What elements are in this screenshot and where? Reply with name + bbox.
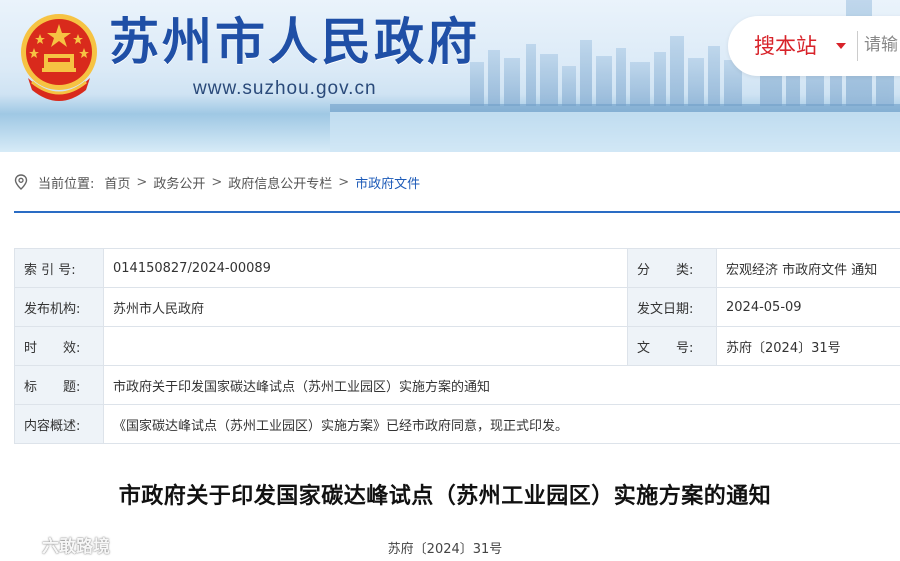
index-number-label: 索 引 号: [14, 248, 104, 288]
doc-number-label: 文 号: [627, 326, 717, 366]
search-input[interactable] [864, 30, 900, 60]
breadcrumb-gov-affairs[interactable]: 政务公开 [153, 173, 205, 192]
breadcrumb-label: 当前位置: [38, 176, 95, 192]
header-banner: 苏州市人民政府 www.suzhou.gov.cn 搜本站 [0, 0, 900, 152]
search-scope-dropdown[interactable]: 搜本站 [754, 30, 817, 60]
validity-label: 时 效: [14, 326, 104, 366]
site-url[interactable]: www.suzhou.gov.cn [193, 78, 377, 100]
category-label: 分 类: [627, 248, 717, 288]
watermark-logo-icon [10, 536, 36, 553]
title-value: 市政府关于印发国家碳达峰试点（苏州工业园区）实施方案的通知 [103, 365, 900, 405]
publisher-label: 发布机构: [14, 287, 104, 327]
issue-date-value: 2024-05-09 [716, 287, 900, 327]
breadcrumb-city-documents[interactable]: 市政府文件 [355, 173, 420, 192]
doc-number-value: 苏府〔2024〕31号 [716, 326, 900, 366]
search-divider [857, 31, 858, 61]
watermark-text: 六敢路境 [42, 537, 110, 557]
site-title[interactable]: 苏州市人民政府 [109, 12, 480, 72]
breadcrumb-separator: > [211, 174, 223, 190]
location-pin-icon [14, 174, 28, 190]
category-value: 宏观经济 市政府文件 通知 [716, 248, 900, 288]
table-row: 索 引 号: 014150827/2024-00089 分 类: 宏观经济 市政… [14, 248, 900, 288]
summary-value: 《国家碳达峰试点（苏州工业园区）实施方案》已经市政府同意，现正式印发。 [103, 404, 900, 444]
table-row: 标 题: 市政府关于印发国家碳达峰试点（苏州工业园区）实施方案的通知 [14, 365, 900, 405]
section-divider [14, 211, 900, 213]
table-row: 发布机构: 苏州市人民政府 发文日期: 2024-05-09 [14, 287, 900, 327]
issue-date-label: 发文日期: [627, 287, 717, 327]
watermark: 六敢路境 [8, 532, 110, 557]
document-info-table: 索 引 号: 014150827/2024-00089 分 类: 宏观经济 市政… [14, 248, 900, 444]
table-row: 内容概述: 《国家碳达峰试点（苏州工业园区）实施方案》已经市政府同意，现正式印发… [14, 404, 900, 444]
summary-label: 内容概述: [14, 404, 104, 444]
table-row: 时 效: 文 号: 苏府〔2024〕31号 [14, 326, 900, 366]
breadcrumb: 当前位置: 首页 > 政务公开 > 政府信息公开专栏 > 市政府文件 [14, 170, 420, 194]
breadcrumb-home[interactable]: 首页 [104, 173, 130, 192]
title-label: 标 题: [14, 365, 104, 405]
breadcrumb-info-column[interactable]: 政府信息公开专栏 [228, 173, 332, 192]
index-number-value: 014150827/2024-00089 [103, 248, 628, 288]
validity-value [103, 326, 628, 366]
breadcrumb-separator: > [338, 174, 350, 190]
breadcrumb-separator: > [136, 174, 148, 190]
chevron-down-icon[interactable] [836, 43, 846, 49]
article-doc-number: 苏府〔2024〕31号 [387, 542, 503, 557]
article-title: 市政府关于印发国家碳达峰试点（苏州工业园区）实施方案的通知 [118, 484, 772, 509]
national-emblem-icon [21, 14, 97, 101]
publisher-value: 苏州市人民政府 [103, 287, 628, 327]
